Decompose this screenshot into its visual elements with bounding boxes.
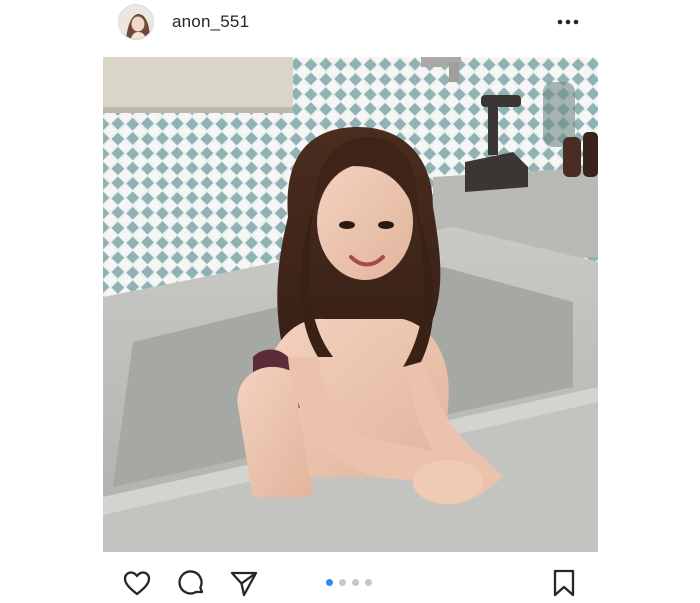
avatar-image	[119, 5, 153, 39]
username[interactable]: anon_551	[172, 12, 249, 32]
more-options-icon[interactable]	[556, 12, 580, 32]
comment-bubble-icon[interactable]	[176, 568, 206, 598]
post-action-bar	[0, 556, 700, 600]
paper-plane-icon[interactable]	[229, 568, 259, 598]
carousel-dot	[339, 579, 346, 586]
post-photo[interactable]	[103, 57, 598, 552]
carousel-dot	[352, 579, 359, 586]
post-header: anon_551	[0, 0, 700, 46]
avatar[interactable]	[118, 4, 154, 40]
photo-illustration	[103, 57, 598, 552]
bookmark-icon[interactable]	[549, 568, 579, 598]
carousel-dot	[365, 579, 372, 586]
carousel-dot	[326, 579, 333, 586]
heart-icon[interactable]	[122, 568, 152, 598]
